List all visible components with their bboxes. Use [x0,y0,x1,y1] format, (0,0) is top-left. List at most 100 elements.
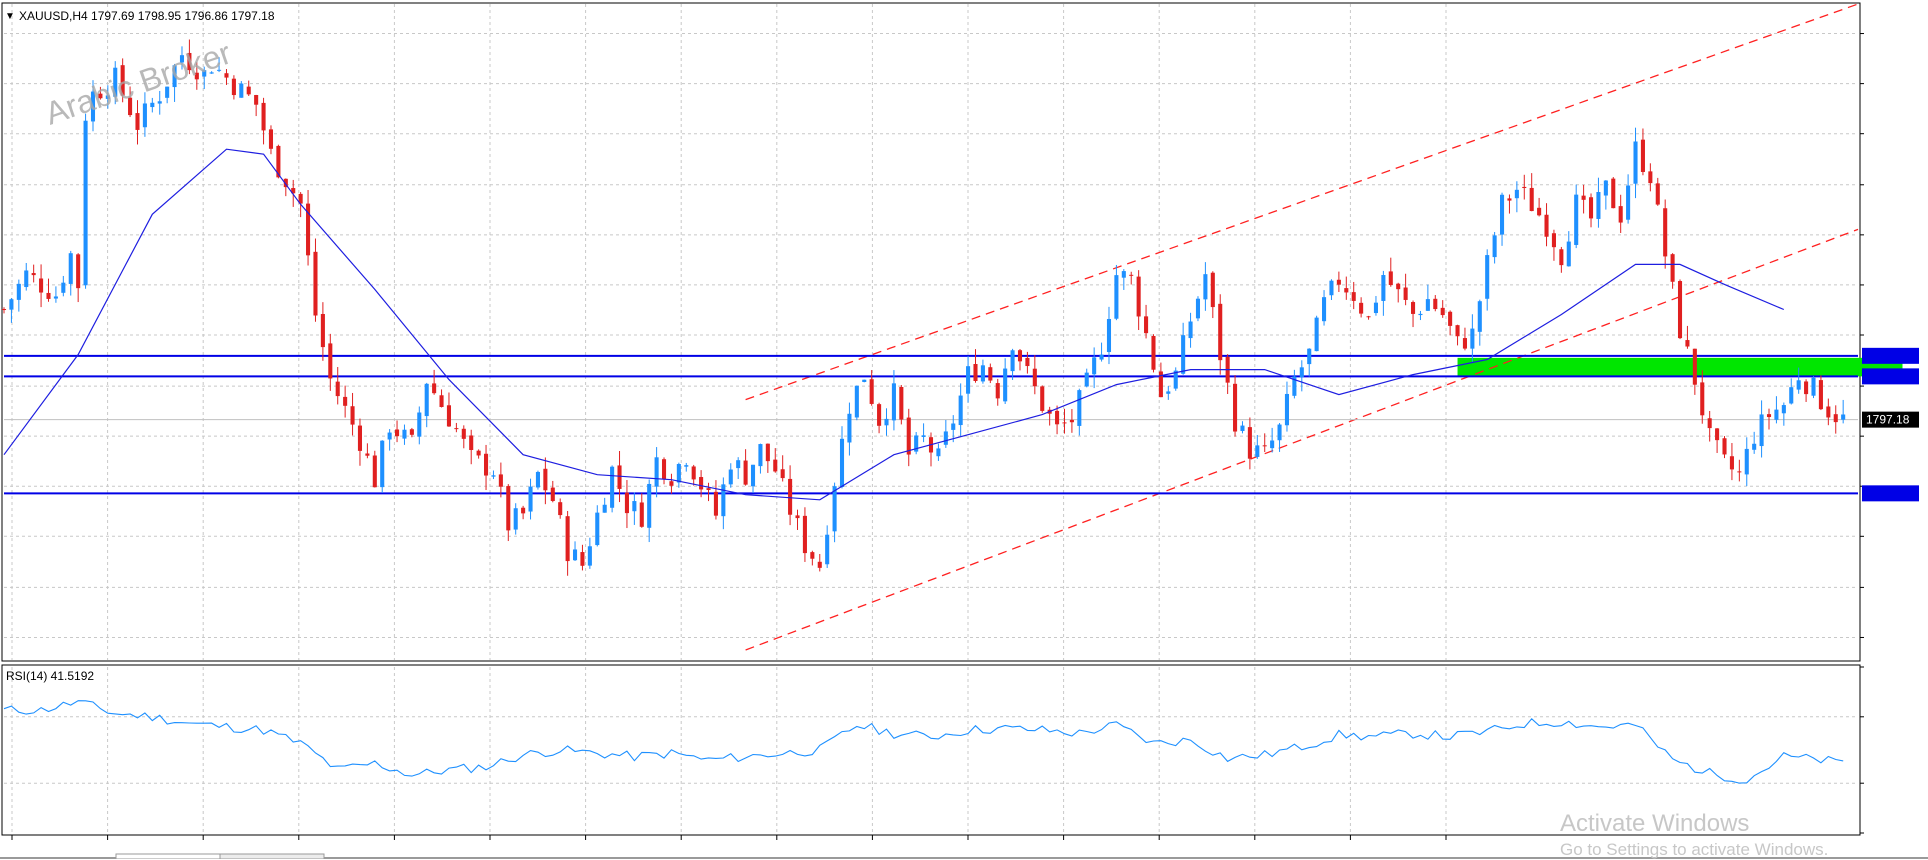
bull-candle [1084,372,1089,387]
bull-candle [595,512,600,546]
bull-candle [239,83,244,98]
bear-candle [1537,207,1542,216]
bear-candle [1737,471,1742,473]
bear-candle [1804,381,1809,395]
bull-candle [1114,275,1119,319]
bull-candle [417,412,422,437]
bull-candle [83,120,88,286]
chart-dropdown-icon[interactable]: ▼ [5,11,15,22]
bear-candle [899,386,904,420]
bull-candle [1181,335,1186,374]
bull-candle [1270,440,1275,449]
bear-candle [543,468,548,491]
bear-candle [1700,382,1705,416]
bear-candle [1366,316,1371,318]
bear-candle [995,383,1000,399]
bear-candle [691,466,696,480]
chart-tab[interactable] [115,853,221,859]
bear-candle [1336,279,1341,285]
bear-candle [550,487,555,502]
bear-candle [31,273,36,276]
bull-candle [1188,321,1193,339]
bull-candle [847,413,852,443]
bear-candle [1069,419,1074,423]
level-tag [1862,368,1919,385]
bull-candle [424,383,429,417]
bull-candle [1307,348,1312,365]
bear-candle [320,313,325,348]
current-price-tag: 1797.18 [1862,411,1919,428]
bear-candle [988,367,993,381]
bull-candle [654,457,659,487]
bull-candle [958,395,963,426]
bear-candle [1062,422,1067,424]
bear-candle [565,516,570,562]
bear-candle [1729,456,1734,470]
bear-candle [1403,287,1408,300]
bull-candle [1744,448,1749,475]
bear-candle [343,396,348,406]
bear-candle [973,364,978,381]
price-panel[interactable]: ▼ XAUUSD,H4 1797.69 1798.95 1796.86 1797… [1,2,1903,662]
bear-candle [1826,406,1831,418]
bear-candle [1,309,7,311]
bull-candle [1203,274,1208,300]
trading-chart[interactable]: ▼ XAUUSD,H4 1797.69 1798.95 1796.86 1797… [0,0,1928,859]
bear-candle [1218,303,1223,361]
bear-candle [1670,254,1675,282]
bull-candle [936,448,941,457]
bull-candle [1277,424,1282,441]
bear-candle [1611,178,1616,209]
bull-candle [1077,390,1082,426]
bull-candle [854,385,859,418]
bull-candle [1329,280,1334,296]
activate-windows-subtitle: Go to Settings to activate Windows. [1560,840,1829,859]
bear-candle [788,478,793,515]
bear-candle [1262,445,1267,447]
chart-tab[interactable] [219,853,325,859]
bear-candle [1032,368,1037,387]
bull-candle [1485,255,1490,299]
bear-candle [1210,272,1215,308]
bull-candle [684,465,689,467]
bear-candle [498,474,503,487]
symbol-info: XAUUSD,H4 1797.69 1798.95 1796.86 1797.1… [19,9,275,23]
bear-candle [1151,335,1156,370]
bear-candle [1551,233,1556,248]
bear-candle [328,343,333,379]
bull-candle [572,549,578,561]
bear-candle [1055,410,1060,425]
bull-candle [1603,180,1608,196]
bull-candle [1514,189,1519,199]
bull-candle [150,102,155,108]
bear-candle [1359,302,1364,314]
bear-candle [1433,298,1438,310]
bear-candle [439,395,444,407]
bull-candle [839,438,845,488]
bull-candle [1566,241,1571,267]
bull-candle [1166,391,1171,394]
bull-candle [610,466,615,508]
bull-candle [9,299,14,310]
bear-candle [699,477,704,490]
bear-candle [713,491,718,516]
bull-candle [1759,414,1764,447]
bull-candle [728,469,733,485]
bear-candle [1648,171,1653,184]
bear-candle [395,429,400,437]
bear-candle [706,488,711,490]
bear-candle [802,515,807,554]
bull-candle [513,508,518,530]
bear-candle [1462,338,1467,349]
bear-candle [1588,197,1594,219]
bear-candle [1707,418,1712,429]
bear-candle [1618,206,1623,223]
bear-candle [1025,357,1030,367]
bear-candle [877,404,882,426]
support-zone[interactable] [1457,357,1903,377]
bear-candle [476,450,481,456]
bear-candle [1544,214,1549,237]
bull-candle [528,486,533,512]
bear-candle [224,73,229,78]
bear-candle [484,453,489,476]
